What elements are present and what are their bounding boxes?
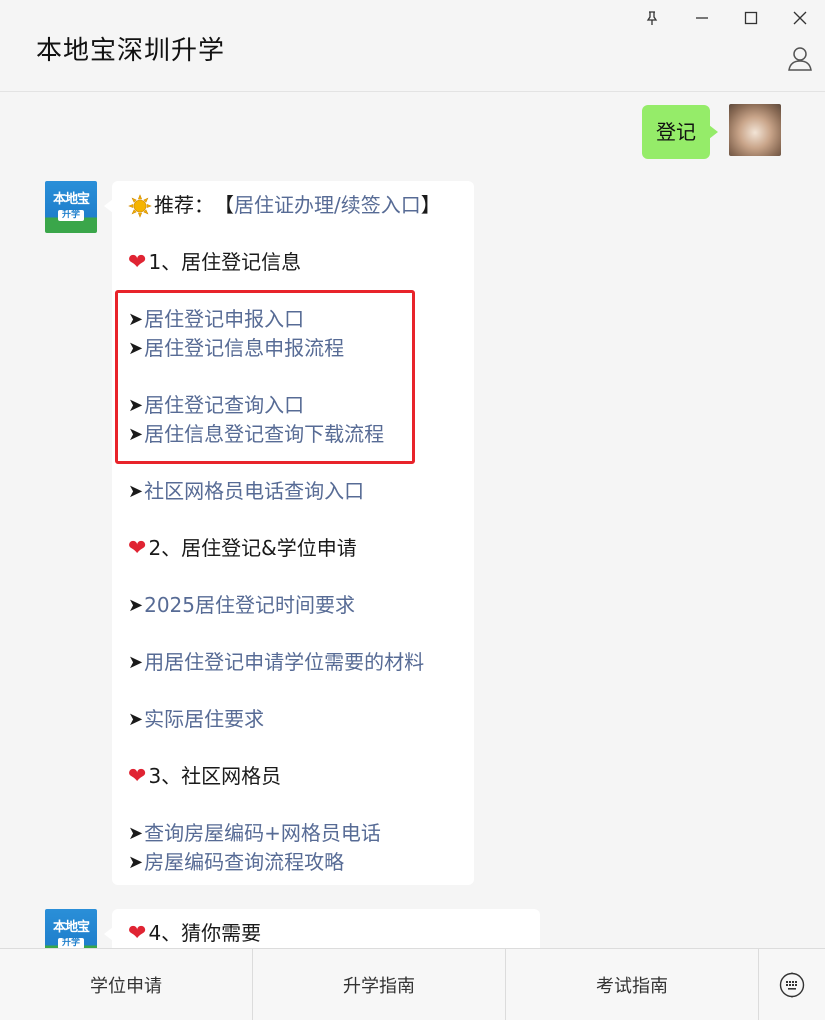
bot-avatar-logo-top: 本地宝 (52, 192, 90, 207)
link-item[interactable]: ➤ 社区网格员电话查询入口 (128, 477, 458, 506)
bot-avatar[interactable]: 本地宝 升学 (45, 909, 97, 948)
sent-message-bubble[interactable]: 登记 (642, 105, 718, 159)
arrow-icon: ➤ (128, 481, 144, 502)
maximize-button[interactable] (737, 6, 765, 30)
bot-avatar-logo-bottom: 升学 (57, 938, 84, 948)
sent-message-text: 登记 (656, 120, 696, 144)
heart-icon: ❤ (128, 250, 147, 275)
keyboard-icon (779, 972, 805, 998)
menu-school-application[interactable]: 学位申请 (0, 949, 253, 1020)
arrow-icon: ➤ (128, 309, 144, 330)
link-item[interactable]: ➤ 居住登记信息申报流程 (128, 334, 458, 363)
section-4-heading: ❤ 4、猜你需要 (128, 919, 524, 948)
arrow-icon: ➤ (128, 338, 144, 359)
grid-officer-phone-query-link[interactable]: 社区网格员电话查询入口 (144, 477, 364, 506)
link-item[interactable]: ➤ 2025居住登记时间要求 (128, 591, 458, 620)
bracket-open: 【 (214, 193, 234, 217)
section-1-text: 1、居住登记信息 (148, 250, 302, 274)
chat-title: 本地宝深圳升学 (36, 36, 226, 66)
link-item[interactable]: ➤ 居住登记查询入口 (128, 391, 458, 420)
bottom-menu: 学位申请 升学指南 考试指南 (0, 948, 825, 1020)
actual-residence-requirement-link[interactable]: 实际居住要求 (144, 705, 264, 734)
residence-info-report-process-link[interactable]: 居住登记信息申报流程 (144, 334, 344, 363)
minimize-button[interactable] (688, 6, 716, 30)
section-4-text: 4、猜你需要 (148, 921, 262, 945)
received-message-bubble: 推荐： 【 居住证办理/续签入口 】 ❤ 1、居住登记信息 ➤ 居住登记申报入口… (104, 181, 474, 885)
received-message-bubble: ❤ 4、猜你需要 (104, 909, 540, 948)
menu-exam-guide[interactable]: 考试指南 (506, 949, 759, 1020)
bot-avatar-logo-bottom: 升学 (57, 210, 84, 221)
close-icon (793, 11, 807, 25)
house-code-query-guide-link[interactable]: 房屋编码查询流程攻略 (144, 848, 344, 877)
menu-admission-guide[interactable]: 升学指南 (253, 949, 506, 1020)
arrow-icon: ➤ (128, 395, 144, 416)
chat-area[interactable]: 登记 本地宝 升学 推荐： 【 居住证办理/续签入口 】 ❤ 1、居住登记信息 (0, 92, 825, 948)
keyboard-toggle-button[interactable] (759, 949, 825, 1020)
profile-button[interactable] (784, 42, 816, 74)
bot-avatar[interactable]: 本地宝 升学 (45, 181, 97, 233)
arrow-icon: ➤ (128, 424, 144, 445)
arrow-icon: ➤ (128, 709, 144, 730)
recommend-line: 推荐： 【 居住证办理/续签入口 】 (128, 191, 458, 220)
link-item[interactable]: ➤ 用居住登记申请学位需要的材料 (128, 648, 458, 677)
arrow-icon: ➤ (128, 652, 144, 673)
registration-time-requirement-link[interactable]: 2025居住登记时间要求 (144, 591, 355, 620)
link-item[interactable]: ➤ 房屋编码查询流程攻略 (128, 848, 458, 877)
heart-icon: ❤ (128, 764, 147, 789)
school-application-materials-link[interactable]: 用居住登记申请学位需要的材料 (144, 648, 424, 677)
residence-query-entry-link[interactable]: 居住登记查询入口 (144, 391, 304, 420)
recommend-prefix: 推荐： (154, 193, 214, 217)
maximize-icon (744, 11, 758, 25)
link-item[interactable]: ➤ 居住登记申报入口 (128, 305, 458, 334)
title-bar: 本地宝深圳升学 (0, 0, 825, 92)
bracket-close: 】 (420, 193, 441, 217)
arrow-icon: ➤ (128, 823, 144, 844)
section-2-heading: ❤ 2、居住登记&学位申请 (128, 534, 458, 563)
section-1-heading: ❤ 1、居住登记信息 (128, 248, 458, 277)
link-item[interactable]: ➤ 居住信息登记查询下载流程 (128, 420, 458, 449)
residence-permit-link[interactable]: 居住证办理/续签入口 (234, 191, 421, 220)
close-button[interactable] (786, 6, 814, 30)
pin-icon (646, 11, 658, 25)
residence-report-entry-link[interactable]: 居住登记申报入口 (144, 305, 304, 334)
section-3-text: 3、社区网格员 (148, 764, 282, 788)
minimize-icon (696, 17, 708, 19)
sun-icon (128, 193, 152, 218)
heart-icon: ❤ (128, 536, 147, 561)
person-icon (788, 47, 812, 71)
house-code-grid-phone-link[interactable]: 查询房屋编码+网格员电话 (144, 819, 381, 848)
link-item[interactable]: ➤ 实际居住要求 (128, 705, 458, 734)
user-avatar[interactable] (729, 104, 781, 156)
heart-icon: ❤ (128, 921, 147, 946)
section-2-text: 2、居住登记&学位申请 (148, 536, 357, 560)
bot-avatar-logo-top: 本地宝 (52, 920, 90, 935)
section-3-heading: ❤ 3、社区网格员 (128, 762, 458, 791)
link-item[interactable]: ➤ 查询房屋编码+网格员电话 (128, 819, 458, 848)
pin-button[interactable] (638, 6, 666, 30)
residence-query-download-process-link[interactable]: 居住信息登记查询下载流程 (144, 420, 384, 449)
arrow-icon: ➤ (128, 852, 144, 873)
arrow-icon: ➤ (128, 595, 144, 616)
